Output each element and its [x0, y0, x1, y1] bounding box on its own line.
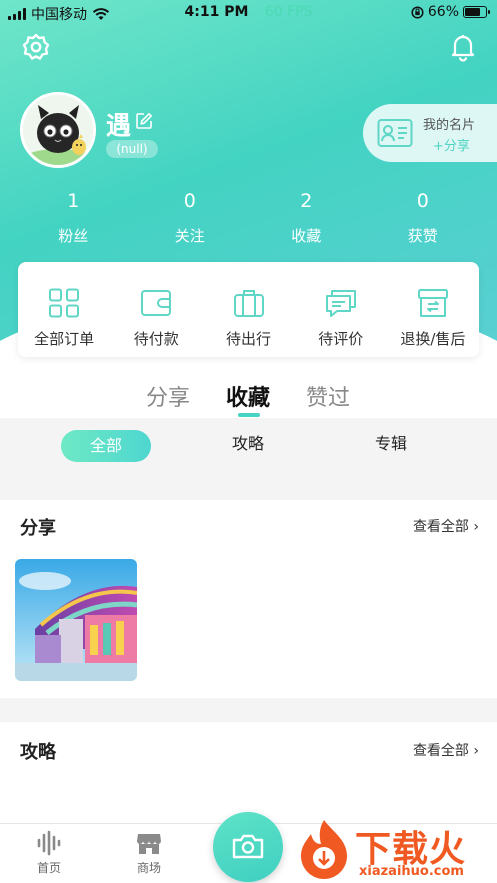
- notification-bell-icon[interactable]: [448, 32, 478, 62]
- order-label: 待评价: [318, 330, 364, 348]
- wallet-icon: [141, 290, 172, 316]
- building-photo: [15, 559, 137, 681]
- stat-followers[interactable]: 1 粉丝: [15, 190, 132, 246]
- avatar[interactable]: [20, 92, 96, 168]
- order-label: 待付款: [133, 330, 179, 348]
- fps-counter: 60 FPS: [264, 4, 313, 20]
- main-tabs: 分享 收藏 赞过: [0, 372, 497, 418]
- chevron-right-icon: ›: [473, 519, 479, 535]
- share-thumbnail[interactable]: [15, 559, 137, 681]
- avatar-cat-illustration: [23, 95, 93, 165]
- stat-value: 2: [300, 190, 313, 212]
- section-title: 攻略: [20, 742, 56, 763]
- camera-button[interactable]: [213, 812, 283, 882]
- view-all-label: 查看全部: [412, 519, 469, 535]
- guide-section: 攻略 查看全部 ›: [0, 722, 497, 823]
- orders-card: 全部订单 待付款 待出行 待评价 退换/售后: [18, 262, 479, 357]
- username: 遇: [106, 111, 132, 140]
- flame-logo-icon: [301, 820, 347, 879]
- nav-label: 首页: [36, 861, 61, 875]
- watermark-url: xiazaihuo.com: [359, 864, 464, 879]
- order-label: 全部订单: [34, 330, 95, 348]
- edit-pencil-icon[interactable]: [135, 112, 153, 130]
- clock: 4:11 PM: [184, 4, 249, 20]
- stat-label: 收藏: [291, 227, 322, 245]
- stat-favorites[interactable]: 2 收藏: [248, 190, 365, 246]
- signature-badge: (null): [106, 140, 158, 158]
- camera-icon: [232, 834, 264, 859]
- share-section: 分享 查看全部 ›: [0, 500, 497, 698]
- filter-tabs: 全部 攻略 专辑: [0, 418, 497, 473]
- card-title: 我的名片: [423, 118, 476, 133]
- active-tab-indicator: [238, 413, 260, 417]
- battery-icon: [463, 6, 490, 18]
- nav-market[interactable]: 商场: [119, 830, 179, 876]
- view-all-share-link[interactable]: 查看全部 ›: [413, 516, 479, 536]
- order-pending-review[interactable]: 待评价: [295, 262, 387, 357]
- stat-following[interactable]: 0 关注: [132, 190, 249, 246]
- tab-liked[interactable]: 赞过: [306, 380, 350, 412]
- order-return-aftersale[interactable]: 退换/售后: [387, 262, 479, 357]
- view-all-label: 查看全部: [412, 743, 469, 759]
- settings-gear-icon[interactable]: [21, 32, 51, 62]
- chevron-right-icon: ›: [473, 743, 479, 759]
- order-pending-payment[interactable]: 待付款: [110, 262, 202, 357]
- filter-guide[interactable]: 攻略: [232, 430, 264, 454]
- stat-label: 关注: [174, 227, 205, 245]
- filter-album[interactable]: 专辑: [375, 430, 407, 454]
- stat-value: 0: [183, 190, 196, 212]
- shop-icon: [137, 834, 161, 854]
- nav-label: 商场: [136, 861, 161, 875]
- order-pending-trip[interactable]: 待出行: [202, 262, 294, 357]
- my-card-button[interactable]: 我的名片 +分享: [363, 104, 497, 162]
- order-label: 待出行: [226, 330, 272, 348]
- orientation-lock-icon: [411, 5, 424, 19]
- card-share-link[interactable]: +分享: [433, 135, 470, 154]
- battery-percent: 66%: [427, 4, 459, 20]
- filter-all[interactable]: 全部: [61, 430, 151, 462]
- tab-favorites[interactable]: 收藏: [226, 380, 270, 412]
- stat-label: 获赞: [407, 227, 438, 245]
- nav-home[interactable]: 首页: [19, 830, 79, 876]
- stat-value: 0: [416, 190, 429, 212]
- suitcase-icon: [233, 290, 264, 317]
- business-card-icon: [377, 119, 413, 147]
- tab-share[interactable]: 分享: [146, 380, 190, 412]
- home-waveform-icon: [37, 830, 61, 856]
- watermark: 下载火 xiazaihuo.com: [293, 816, 497, 883]
- return-box-icon: [417, 289, 448, 317]
- order-all[interactable]: 全部订单: [18, 262, 110, 357]
- grid-icon: [49, 288, 80, 318]
- stat-value: 1: [67, 190, 80, 212]
- stat-label: 粉丝: [58, 227, 89, 245]
- stat-likes[interactable]: 0 获赞: [365, 190, 482, 246]
- order-label: 退换/售后: [400, 330, 466, 348]
- status-bar: 中国移动 4:11 PM 60 FPS 66%: [0, 0, 497, 24]
- stats-row: 1 粉丝 0 关注 2 收藏 0 获赞: [15, 190, 481, 246]
- section-title: 分享: [20, 518, 56, 539]
- view-all-guide-link[interactable]: 查看全部 ›: [413, 740, 479, 760]
- comment-icon: [325, 290, 356, 317]
